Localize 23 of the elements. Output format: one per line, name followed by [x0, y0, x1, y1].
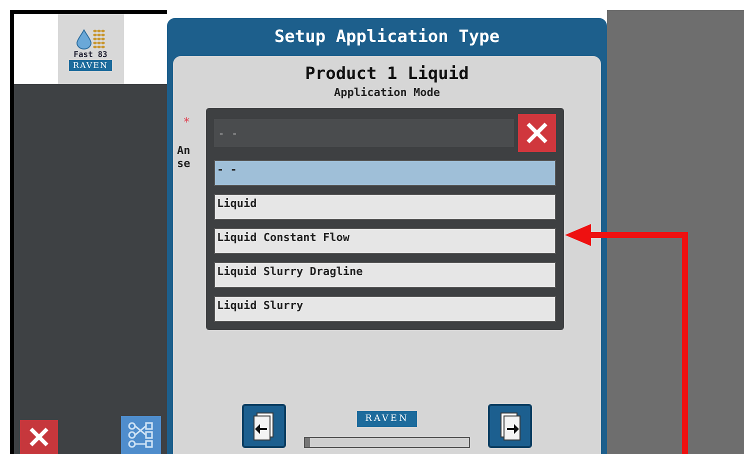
dropdown-option[interactable]: Liquid [214, 194, 556, 220]
product-heading: Product 1 Liquid [305, 64, 469, 84]
validation-message: se [177, 157, 190, 170]
dialog-title: Setup Application Type [274, 27, 500, 47]
close-button[interactable] [20, 420, 58, 454]
logo-caption: Fast 83 [74, 50, 108, 58]
dropdown-option[interactable]: Liquid Slurry Dragline [214, 262, 556, 288]
brand-badge: RAVEN [68, 60, 112, 70]
close-icon [524, 120, 550, 146]
required-mark: * [183, 115, 190, 129]
next-button[interactable] [488, 404, 532, 448]
mode-field[interactable]: - - [214, 119, 514, 147]
dropdown-option[interactable]: - - [214, 160, 556, 186]
close-icon [28, 426, 50, 448]
dropdown-option[interactable]: Liquid Constant Flow [214, 228, 556, 254]
brand-badge: RAVEN [357, 411, 417, 427]
network-icon[interactable] [121, 416, 161, 454]
dropdown-option[interactable]: Liquid Slurry [214, 296, 556, 322]
close-button[interactable] [518, 114, 556, 152]
drop-and-grain-icon [74, 28, 108, 50]
back-button[interactable] [242, 404, 286, 448]
mode-label: Application Mode [334, 86, 440, 99]
validation-message: An [177, 144, 190, 158]
